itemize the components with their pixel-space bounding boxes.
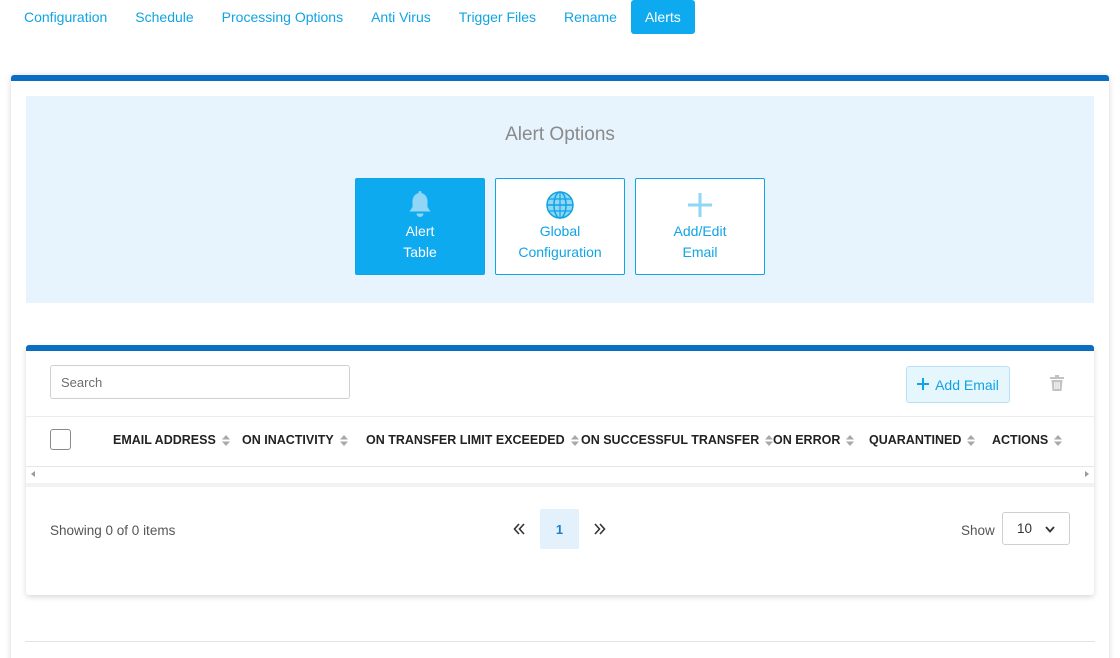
column-label: ON ERROR	[773, 433, 841, 447]
column-label: EMAIL ADDRESS	[113, 433, 216, 447]
horizontal-scrollbar[interactable]	[26, 466, 1094, 483]
sort-icon	[570, 434, 579, 446]
tab-trigger-files[interactable]: Trigger Files	[445, 0, 550, 34]
plus-icon	[917, 377, 930, 393]
plus-icon	[687, 190, 713, 220]
page-size-select[interactable]: 10	[1002, 512, 1070, 545]
scroll-left-icon[interactable]	[31, 471, 35, 477]
sort-icon	[221, 434, 230, 446]
column-header-on-inactivity[interactable]: ON INACTIVITY	[242, 433, 348, 447]
alert-table-button[interactable]: Alert Table	[355, 178, 485, 275]
column-header-email-address[interactable]: EMAIL ADDRESS	[113, 433, 230, 447]
tab-bar: Configuration Schedule Processing Option…	[10, 0, 695, 34]
global-configuration-label-line1: Global	[539, 223, 581, 239]
sort-icon	[339, 434, 348, 446]
divider	[25, 641, 1095, 642]
tab-alerts[interactable]: Alerts	[630, 0, 695, 34]
first-page-icon[interactable]	[500, 509, 540, 549]
column-label: ON INACTIVITY	[242, 433, 334, 447]
trash-icon[interactable]	[1050, 375, 1064, 391]
alerts-card: Alert Options Alert Table Global Configu…	[11, 75, 1109, 658]
page-number-button[interactable]: 1	[540, 509, 579, 549]
tab-processing-options[interactable]: Processing Options	[208, 0, 357, 34]
add-email-label: Add Email	[935, 376, 999, 393]
tab-rename[interactable]: Rename	[550, 0, 631, 34]
sort-icon	[967, 434, 976, 446]
global-configuration-label-line2: Configuration	[518, 244, 602, 260]
add-edit-email-label-line2: Email	[682, 244, 718, 260]
column-header-quarantined[interactable]: QUARANTINED	[869, 433, 976, 447]
add-edit-email-label-line1: Add/Edit	[673, 223, 727, 239]
email-table-card: Add Email EMAIL ADDRESS ON INACTIVITY	[26, 345, 1094, 595]
search-input[interactable]	[50, 365, 350, 399]
chevron-down-icon	[1045, 521, 1055, 536]
table-header: EMAIL ADDRESS ON INACTIVITY ON TRANSFER …	[26, 416, 1094, 466]
column-label: ON SUCCESSFUL TRANSFER	[581, 433, 760, 447]
bell-icon	[407, 190, 433, 220]
alert-options-title: Alert Options	[505, 124, 615, 145]
alert-options-panel: Alert Options Alert Table Global Configu…	[26, 96, 1094, 303]
last-page-icon[interactable]	[579, 509, 619, 549]
column-header-on-transfer-limit-exceeded[interactable]: ON TRANSFER LIMIT EXCEEDED	[366, 433, 579, 447]
column-header-actions[interactable]: ACTIONS	[992, 433, 1063, 447]
alert-table-label-line1: Alert	[405, 223, 435, 239]
column-label: ON TRANSFER LIMIT EXCEEDED	[366, 433, 565, 447]
alert-options-buttons: Alert Table Global Configuration Add/Edi…	[26, 178, 1094, 275]
column-label: ACTIONS	[992, 433, 1049, 447]
select-all-checkbox[interactable]	[50, 429, 71, 450]
scrollbar-track	[26, 483, 1094, 487]
tab-anti-virus[interactable]: Anti Virus	[357, 0, 445, 34]
tab-schedule[interactable]: Schedule	[121, 0, 207, 34]
add-email-button[interactable]: Add Email	[906, 366, 1010, 403]
add-edit-email-button[interactable]: Add/Edit Email	[635, 178, 765, 275]
page-size-label: Show	[961, 523, 995, 538]
sort-icon	[1054, 434, 1063, 446]
sort-icon	[846, 434, 855, 446]
showing-count: Showing 0 of 0 items	[50, 523, 176, 538]
column-header-on-error[interactable]: ON ERROR	[773, 433, 855, 447]
column-header-on-successful-transfer[interactable]: ON SUCCESSFUL TRANSFER	[581, 433, 774, 447]
column-label: QUARANTINED	[869, 433, 962, 447]
page-size-value: 10	[1017, 521, 1033, 536]
alert-table-label-line2: Table	[403, 244, 437, 260]
scroll-right-icon[interactable]	[1085, 471, 1089, 477]
tab-configuration[interactable]: Configuration	[10, 0, 121, 34]
pagination: 1	[500, 509, 619, 549]
global-configuration-button[interactable]: Global Configuration	[495, 178, 625, 275]
globe-icon	[545, 190, 575, 220]
